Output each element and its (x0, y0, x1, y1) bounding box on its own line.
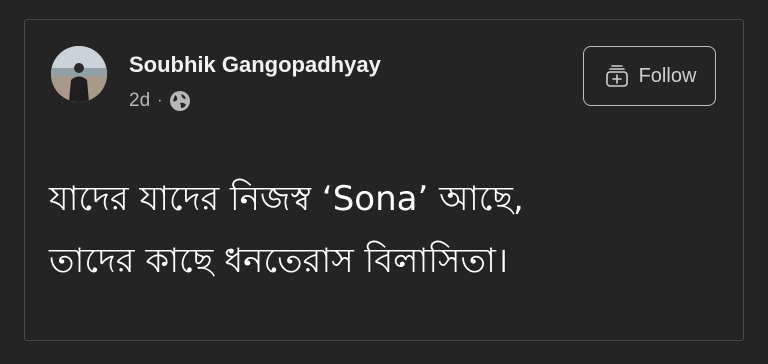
author-name[interactable]: Soubhik Gangopadhyay (129, 52, 381, 78)
post-timestamp[interactable]: 2d (129, 90, 150, 112)
meta-separator: · (157, 92, 163, 109)
globe-icon[interactable] (169, 90, 191, 112)
follow-label: Follow (638, 64, 697, 87)
avatar-photo (51, 46, 107, 102)
post-text-line: যাদের যাদের নিজস্ব ‘Sona’ আছে, (49, 179, 524, 219)
add-to-collection-icon (605, 65, 628, 87)
follow-button[interactable]: Follow (583, 46, 716, 106)
post-text: যাদের যাদের নিজস্ব ‘Sona’ আছে, তাদের কাছ… (49, 168, 729, 292)
post-meta: 2d · (129, 90, 191, 112)
post-card: Soubhik Gangopadhyay 2d · Follow যাদের য… (24, 19, 744, 341)
avatar[interactable] (51, 46, 107, 102)
post-text-line: তাদের কাছে ধনতেরাস বিলাসিতা। (49, 241, 509, 281)
